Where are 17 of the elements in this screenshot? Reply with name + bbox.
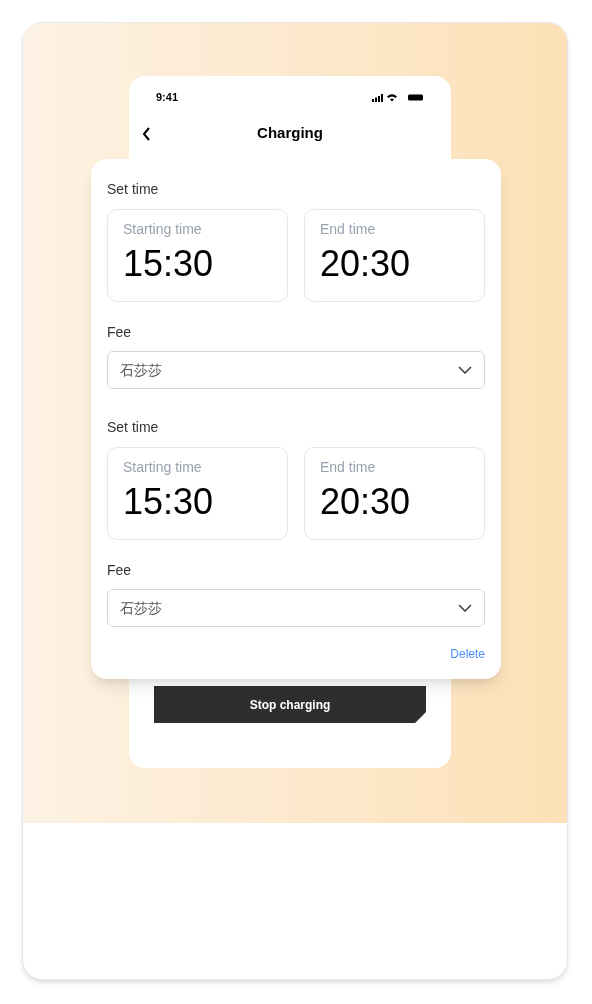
field-label: Fee [107, 323, 133, 342]
chevron-down-icon [458, 366, 472, 374]
fee-dropdown[interactable]: 石莎莎 [107, 589, 485, 627]
section-label: Set time [107, 418, 160, 437]
screen-title: Charging [257, 123, 323, 144]
field-label: Fee [107, 561, 133, 580]
chevron-down-icon [458, 604, 472, 612]
time-field[interactable]: Starting time 15:30 [107, 447, 288, 540]
time-field[interactable]: End time 20:30 [304, 209, 485, 302]
status-icons [372, 92, 424, 102]
time-field[interactable]: End time 20:30 [304, 447, 485, 540]
back-icon[interactable] [142, 126, 151, 141]
status-time: 9:41 [156, 90, 179, 105]
section-label: Set time [107, 180, 160, 199]
time-field[interactable]: Starting time 15:30 [107, 209, 288, 302]
fee-dropdown[interactable]: 石莎莎 [107, 351, 485, 389]
stop-charging-button[interactable]: Stop charging [154, 686, 426, 723]
